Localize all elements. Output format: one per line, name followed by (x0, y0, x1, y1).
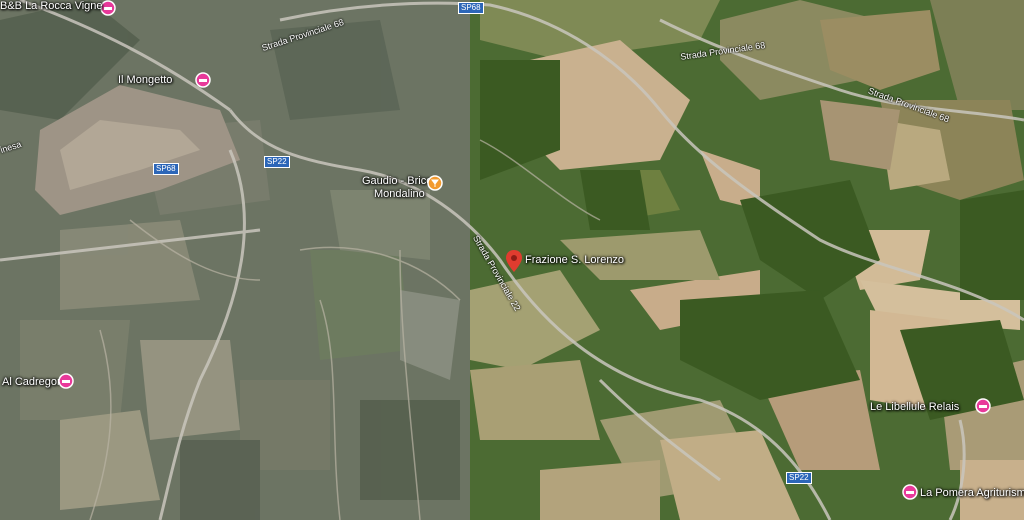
hotel-pin-icon[interactable] (58, 373, 74, 389)
road-shield-sp68: SP68 (153, 163, 179, 175)
place-label-pomera[interactable]: La Pomera Agriturismo (920, 487, 1024, 499)
place-label-bb[interactable]: B&B La Rocca Vigne (0, 0, 103, 12)
place-label-cadregon[interactable]: Al Cadregon (2, 376, 63, 388)
place-label-libellule[interactable]: Le Libellule Relais (870, 401, 959, 413)
location-pin-icon[interactable] (506, 250, 522, 272)
road-shield-sp22: SP22 (786, 472, 812, 484)
place-label-mongetto[interactable]: Il Mongetto (118, 74, 172, 86)
hotel-pin-icon[interactable] (902, 484, 918, 500)
hotel-pin-icon[interactable] (975, 398, 991, 414)
food-pin-icon[interactable] (427, 175, 443, 191)
hotel-pin-icon[interactable] (195, 72, 211, 88)
road-shield-sp22: SP22 (264, 156, 290, 168)
place-label-gaudio-2[interactable]: Mondalino (374, 188, 425, 200)
road-shield-sp68: SP68 (458, 2, 484, 14)
place-label-frazione[interactable]: Frazione S. Lorenzo (525, 254, 624, 266)
